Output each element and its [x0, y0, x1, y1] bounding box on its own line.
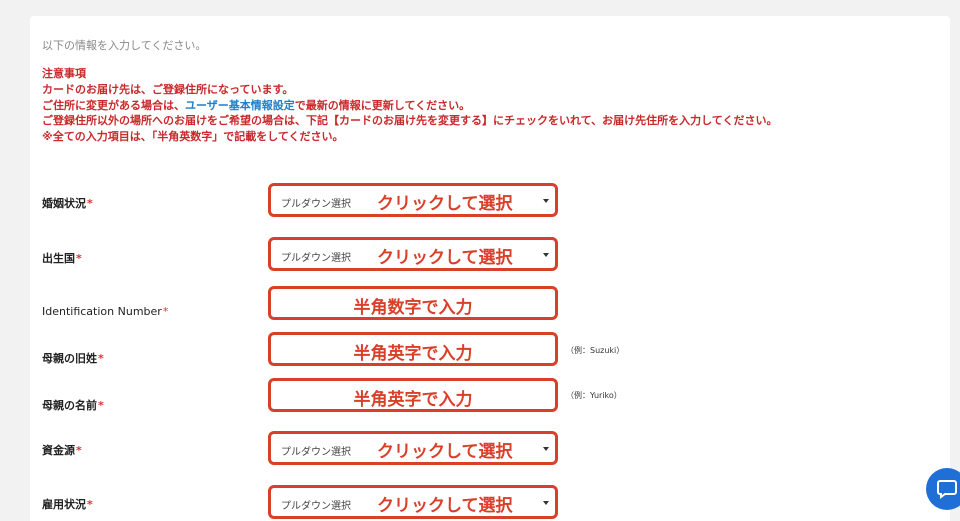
- dropdown-caret-icon: [543, 199, 549, 203]
- user-settings-link[interactable]: ユーザー基本情報設定: [185, 99, 295, 112]
- id-number-label: Identification Number*: [42, 305, 169, 318]
- mother-first-name-example: （例：Yuriko）: [566, 391, 622, 400]
- select-annotation: クリックして選択: [377, 248, 513, 268]
- mother-maiden-name-label: 母親の旧姓*: [42, 352, 104, 365]
- fund-source-select[interactable]: プルダウン選択 クリックして選択: [268, 431, 558, 465]
- mother-first-name-label: 母親の名前*: [42, 399, 104, 412]
- mother-maiden-name-input[interactable]: 半角英字で入力: [268, 332, 558, 366]
- mother-first-name-input[interactable]: 半角英字で入力: [268, 378, 558, 412]
- notice-title: 注意事項: [42, 67, 86, 80]
- dropdown-caret-icon: [543, 501, 549, 505]
- dropdown-caret-icon: [543, 447, 549, 451]
- notice-line-2-pre: ご住所に変更がある場合は、: [42, 98, 185, 112]
- select-placeholder: プルダウン選択: [281, 199, 351, 210]
- birth-country-select[interactable]: プルダウン選択 クリックして選択: [268, 237, 558, 271]
- notice-line-3: ご登録住所以外の場所へのお届けをご希望の場合は、下記【カードのお届け先を変更する…: [42, 114, 778, 128]
- select-placeholder: プルダウン選択: [281, 447, 351, 458]
- select-annotation: クリックして選択: [377, 442, 513, 462]
- chat-bubble-icon: [937, 480, 957, 499]
- notice-line-2-post: で最新の情報に更新してください。: [294, 98, 471, 112]
- mother-maiden-name-example: （例：Suzuki）: [566, 346, 625, 355]
- select-annotation: クリックして選択: [377, 496, 513, 516]
- intro-text: 以下の情報を入力してください。: [42, 39, 207, 52]
- employment-status-label: 雇用状況*: [42, 498, 93, 511]
- select-annotation: クリックして選択: [377, 194, 513, 214]
- chat-button[interactable]: [926, 468, 960, 510]
- id-number-input[interactable]: 半角数字で入力: [268, 286, 558, 320]
- fund-source-label: 資金源*: [42, 444, 82, 457]
- notice-block: 注意事項 カードのお届け先は、ご登録住所になっています。 ご住所に変更がある場合…: [42, 66, 777, 145]
- notice-line-4: ※全ての入力項目は、「半角英数字」で記載をしてください。: [42, 130, 344, 144]
- birth-country-label: 出生国*: [42, 252, 82, 265]
- input-annotation: 半角英字で入力: [353, 344, 473, 364]
- employment-status-select[interactable]: プルダウン選択 クリックして選択: [268, 485, 558, 519]
- notice-line-1: カードのお届け先は、ご登録住所になっています。: [42, 82, 294, 96]
- select-placeholder: プルダウン選択: [281, 253, 351, 264]
- input-annotation: 半角英字で入力: [353, 390, 473, 410]
- notice-line-2: ご住所に変更がある場合は、ユーザー基本情報設定で最新の情報に更新してください。: [42, 98, 777, 114]
- input-annotation: 半角数字で入力: [353, 298, 473, 318]
- marital-status-label: 婚姻状況*: [42, 197, 93, 210]
- marital-status-select[interactable]: プルダウン選択 クリックして選択: [268, 183, 558, 217]
- select-placeholder: プルダウン選択: [281, 501, 351, 512]
- dropdown-caret-icon: [543, 253, 549, 257]
